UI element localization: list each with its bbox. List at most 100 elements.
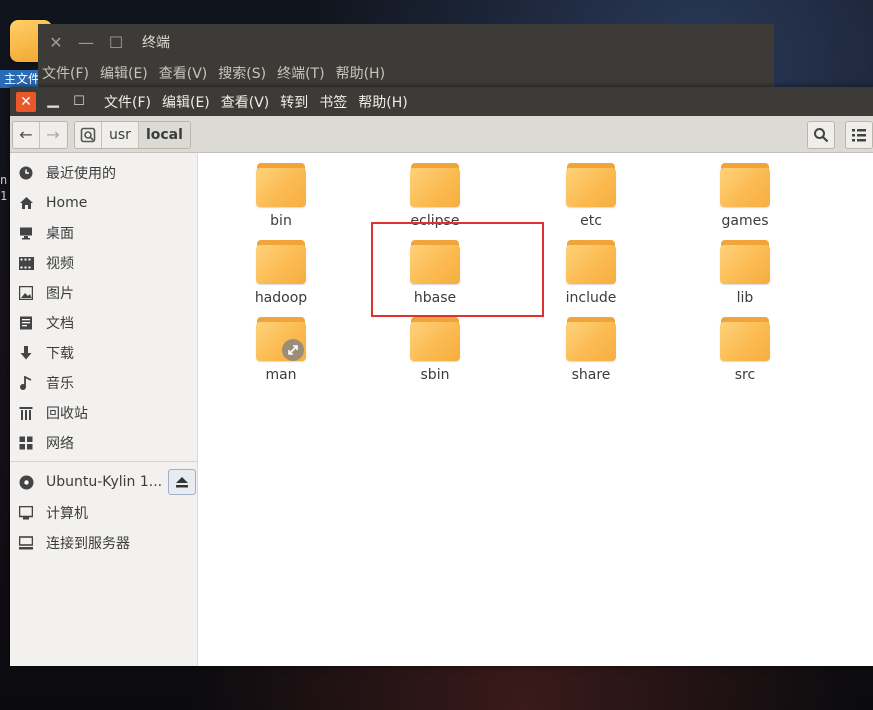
network-icon	[18, 435, 34, 451]
close-icon[interactable]: ✕	[44, 33, 68, 52]
menu-go[interactable]: 转到	[280, 92, 308, 112]
sidebar-item-videos[interactable]: 视频	[18, 249, 193, 277]
sidebar: 最近使用的 Home 桌面 视频 图片 文档 下载 音乐 回收站 网络 Ubun…	[10, 153, 198, 666]
terminal-menu-terminal[interactable]: 终端(T)	[277, 63, 324, 83]
folder-label: hadoop	[254, 290, 308, 306]
clock-icon	[18, 165, 34, 181]
folder-icon	[410, 317, 460, 361]
minimize-icon[interactable]: —	[74, 33, 98, 52]
sidebar-item-ubuntu-kylin[interactable]: Ubuntu-Kylin 1...	[18, 468, 166, 496]
terminal-side-text: n 1	[0, 173, 8, 203]
maximize-icon[interactable]: ☐	[68, 92, 90, 112]
folder-icon	[566, 240, 616, 284]
file-manager-menubar: 文件(F) 编辑(E) 查看(V) 转到 书签 帮助(H)	[104, 92, 419, 112]
folder-sbin[interactable]: sbin	[375, 317, 495, 387]
folder-icon	[720, 163, 770, 207]
terminal-menu-edit[interactable]: 编辑(E)	[100, 63, 148, 83]
folder-src[interactable]: src	[685, 317, 805, 387]
terminal-titlebar[interactable]: ✕ — ☐ 终端	[38, 24, 774, 60]
folder-icon	[256, 240, 306, 284]
folder-bin[interactable]: bin	[221, 163, 341, 233]
symlink-icon	[282, 339, 304, 361]
terminal-menu-view[interactable]: 查看(V)	[159, 63, 208, 83]
sidebar-item-label: 回收站	[46, 406, 88, 422]
search-icon	[814, 128, 829, 143]
sidebar-item-trash[interactable]: 回收站	[18, 399, 193, 427]
eject-icon	[176, 476, 188, 487]
trash-icon	[18, 405, 34, 421]
document-icon	[18, 315, 34, 331]
sidebar-item-network[interactable]: 网络	[18, 429, 193, 457]
sidebar-item-label: Home	[46, 195, 88, 211]
path-bar: usr local	[74, 121, 191, 149]
folder-icon	[720, 317, 770, 361]
menu-help[interactable]: 帮助(H)	[358, 92, 407, 112]
minimize-icon[interactable]: ▁	[42, 91, 64, 112]
folder-man[interactable]: man	[221, 317, 341, 387]
sidebar-item-music[interactable]: 音乐	[18, 369, 193, 397]
folder-label: man	[265, 367, 297, 383]
sidebar-item-pictures[interactable]: 图片	[18, 279, 193, 307]
sidebar-item-label: 计算机	[46, 506, 88, 522]
sidebar-item-label: 图片	[46, 286, 74, 302]
folder-hadoop[interactable]: hadoop	[221, 240, 341, 310]
path-segment-local[interactable]: local	[138, 122, 190, 148]
folder-games[interactable]: games	[685, 163, 805, 233]
folder-icon	[410, 163, 460, 207]
server-icon	[18, 535, 34, 551]
sidebar-item-label: 网络	[46, 436, 74, 452]
sidebar-item-label: 最近使用的	[46, 166, 116, 182]
eject-button[interactable]	[168, 469, 196, 495]
sidebar-item-recent[interactable]: 最近使用的	[18, 159, 193, 187]
sidebar-item-connect-server[interactable]: 连接到服务器	[18, 529, 193, 557]
folder-share[interactable]: share	[531, 317, 651, 387]
terminal-menu-file[interactable]: 文件(F)	[42, 63, 89, 83]
terminal-window[interactable]: ✕ — ☐ 终端 文件(F) 编辑(E) 查看(V) 搜索(S) 终端(T) 帮…	[38, 24, 774, 88]
terminal-title: 终端	[142, 35, 170, 51]
path-root-button[interactable]	[75, 122, 102, 148]
sidebar-item-label: 视频	[46, 256, 74, 272]
folder-icon	[256, 163, 306, 207]
close-icon[interactable]: ✕	[16, 91, 36, 112]
folder-label: games	[721, 213, 769, 229]
music-icon	[18, 375, 34, 391]
sidebar-item-label: 桌面	[46, 226, 74, 242]
forward-button[interactable]: →	[39, 122, 66, 148]
folder-include[interactable]: include	[531, 240, 651, 310]
terminal-menu-search[interactable]: 搜索(S)	[218, 63, 266, 83]
folder-etc[interactable]: etc	[531, 163, 651, 233]
back-button[interactable]: ←	[13, 122, 39, 148]
menu-edit[interactable]: 编辑(E)	[162, 92, 210, 112]
computer-icon	[18, 505, 34, 521]
menu-file[interactable]: 文件(F)	[104, 92, 151, 112]
sidebar-item-documents[interactable]: 文档	[18, 309, 193, 337]
folder-label: share	[571, 367, 611, 383]
folder-label: include	[565, 290, 617, 306]
sidebar-item-home[interactable]: Home	[18, 189, 193, 217]
maximize-icon[interactable]: ☐	[104, 33, 128, 52]
folder-lib[interactable]: lib	[685, 240, 805, 310]
download-icon	[18, 345, 34, 361]
terminal-menu-help[interactable]: 帮助(H)	[336, 63, 385, 83]
menu-view[interactable]: 查看(V)	[221, 92, 270, 112]
list-view-button[interactable]	[845, 121, 873, 149]
folder-icon	[256, 317, 306, 361]
sidebar-item-desktop[interactable]: 桌面	[18, 219, 193, 247]
sidebar-item-label: 连接到服务器	[46, 536, 130, 552]
video-icon	[18, 255, 34, 271]
folder-icon	[566, 317, 616, 361]
sidebar-item-computer[interactable]: 计算机	[18, 499, 193, 527]
menu-bookmarks[interactable]: 书签	[319, 92, 347, 112]
toolbar: ← → usr local	[10, 116, 873, 153]
search-button[interactable]	[807, 121, 835, 149]
nav-buttons: ← →	[12, 121, 68, 149]
folder-icon	[720, 240, 770, 284]
file-manager-titlebar[interactable]: ✕ ▁ ☐ 文件(F) 编辑(E) 查看(V) 转到 书签 帮助(H)	[10, 87, 873, 116]
folder-label: etc	[580, 213, 602, 229]
picture-icon	[18, 285, 34, 301]
path-segment-usr[interactable]: usr	[102, 122, 139, 148]
sidebar-item-label: Ubuntu-Kylin 1...	[46, 474, 163, 490]
folder-label: lib	[736, 290, 754, 306]
sidebar-item-downloads[interactable]: 下载	[18, 339, 193, 367]
folder-label: bin	[270, 213, 292, 229]
